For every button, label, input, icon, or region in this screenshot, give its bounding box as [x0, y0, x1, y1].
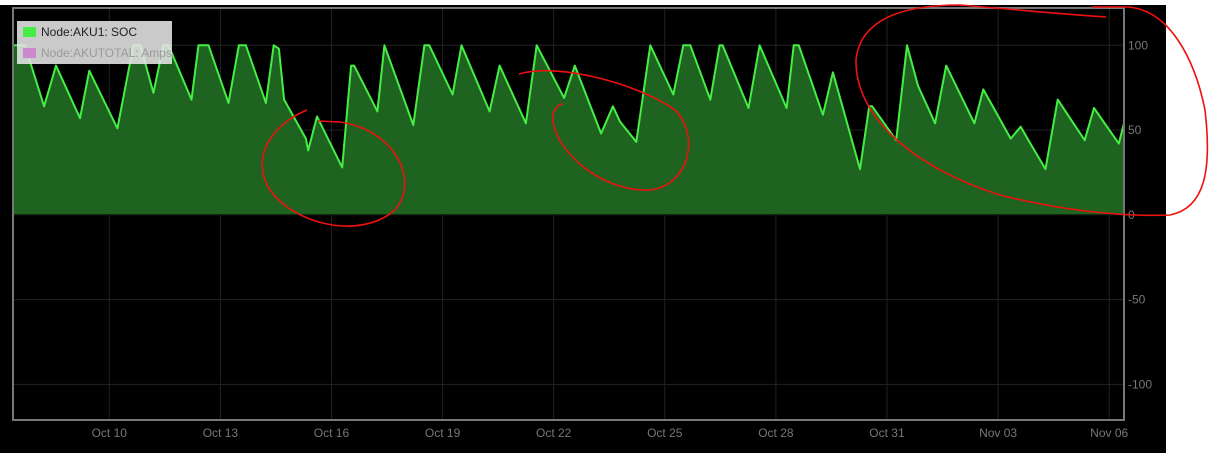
- soc-data-point: [649, 44, 652, 47]
- soc-data-point: [718, 44, 721, 47]
- soc-data-point: [152, 91, 155, 94]
- x-tick-label: Oct 22: [536, 426, 572, 440]
- soc-data-point: [982, 88, 985, 91]
- legend-swatch-soc: [22, 26, 37, 38]
- x-axis: Oct 10 Oct 13 Oct 16 Oct 19 Oct 22 Oct 25 Oct …: [92, 426, 1129, 440]
- soc-data-point: [868, 105, 871, 108]
- soc-data-point: [945, 64, 948, 67]
- soc-data-point: [451, 93, 454, 96]
- soc-data-point: [917, 85, 919, 87]
- soc-data-point: [871, 105, 873, 108]
- series-marks: [12, 44, 1125, 216]
- soc-data-point: [758, 44, 761, 47]
- soc-data-point: [1019, 125, 1022, 128]
- soc-data-point: [376, 110, 379, 113]
- legend-swatch-amps: [22, 47, 37, 59]
- soc-data-point: [747, 107, 750, 109]
- soc-data-point: [265, 102, 267, 104]
- soc-data-point: [721, 44, 724, 47]
- soc-data-point: [460, 44, 463, 47]
- soc-data-point: [525, 122, 527, 125]
- y-tick-label: 0: [1128, 208, 1135, 222]
- soc-data-point: [689, 44, 692, 47]
- soc-data-point: [600, 132, 602, 135]
- soc-data-point: [682, 44, 685, 47]
- soc-data-point: [305, 137, 307, 140]
- soc-data-point: [934, 122, 936, 125]
- soc-data-point: [1093, 107, 1095, 109]
- soc-data-point: [895, 139, 898, 142]
- soc-data-point: [573, 64, 576, 67]
- soc-data-point: [832, 71, 834, 74]
- soc-data-point: [238, 44, 240, 47]
- soc-data-point: [973, 122, 976, 125]
- x-tick-label: Oct 31: [869, 426, 905, 440]
- soc-data-point: [635, 141, 638, 143]
- x-tick-label: Nov 06: [1090, 426, 1128, 440]
- soc-data-point: [55, 64, 57, 67]
- y-tick-label: 50: [1128, 123, 1142, 137]
- soc-area-chart: Oct 10 Oct 13 Oct 16 Oct 19 Oct 22 Oct 25 Oct …: [12, 7, 1152, 440]
- y-tick-label: -50: [1128, 293, 1146, 307]
- soc-data-point: [227, 102, 230, 104]
- x-tick-label: Oct 10: [92, 426, 128, 440]
- soc-data-point: [535, 44, 538, 47]
- soc-data-point: [272, 44, 275, 47]
- soc-data-point: [245, 44, 247, 47]
- x-tick-label: Oct 13: [203, 426, 239, 440]
- soc-data-point: [859, 168, 861, 170]
- soc-data-point: [563, 97, 565, 99]
- y-tick-label: 100: [1128, 38, 1148, 52]
- x-tick-label: Oct 16: [314, 426, 350, 440]
- soc-data-point: [672, 93, 675, 96]
- soc-data-point: [785, 107, 788, 109]
- legend-label-soc: Node:AKU1: SOC: [41, 25, 138, 39]
- x-tick-label: Oct 28: [758, 426, 794, 440]
- soc-data-point: [1044, 168, 1047, 170]
- soc-data-point: [612, 105, 614, 108]
- soc-data-point: [906, 44, 908, 47]
- soc-data-point: [412, 124, 415, 126]
- x-tick-label: Oct 25: [647, 426, 683, 440]
- soc-data-point: [43, 105, 45, 108]
- soc-data-point: [1056, 98, 1059, 101]
- soc-data-point: [307, 149, 309, 152]
- soc-data-point: [498, 64, 501, 67]
- soc-data-point: [822, 114, 824, 116]
- soc-data-point: [353, 64, 355, 67]
- soc-data-point: [207, 44, 210, 47]
- legend-item-amps[interactable]: Node:AKUTOTAL: Amps: [22, 46, 172, 60]
- legend-label-amps: Node:AKUTOTAL: Amps: [41, 46, 172, 60]
- x-tick-label: Oct 19: [425, 426, 461, 440]
- soc-data-point: [283, 98, 285, 101]
- soc-data-point: [792, 44, 795, 47]
- legend: Node:AKU1: SOC Node:AKUTOTAL: Amps: [17, 21, 172, 64]
- soc-data-point: [1118, 142, 1120, 145]
- x-tick-label: Nov 03: [979, 426, 1017, 440]
- soc-data-point: [1027, 139, 1030, 142]
- soc-data-point: [316, 115, 318, 118]
- soc-data-point: [278, 47, 280, 50]
- soc-data-point: [190, 98, 193, 101]
- soc-data-point: [116, 127, 119, 130]
- soc-data-point: [709, 98, 712, 101]
- soc-data-point: [350, 64, 352, 67]
- soc-data-point: [423, 44, 426, 47]
- soc-data-point: [798, 44, 800, 47]
- soc-data-point: [88, 69, 91, 72]
- soc-data-point: [428, 44, 431, 47]
- soc-data-point: [1083, 139, 1086, 142]
- y-axis: 100 50 0 -50 -100: [1128, 38, 1152, 391]
- soc-data-point: [383, 44, 386, 47]
- soc-data-point: [341, 166, 344, 169]
- legend-item-soc[interactable]: Node:AKU1: SOC: [22, 25, 137, 39]
- soc-data-point: [1009, 137, 1012, 140]
- y-tick-label: -100: [1128, 377, 1152, 391]
- soc-data-point: [619, 120, 621, 123]
- soc-data-point: [197, 44, 200, 47]
- chart-panel: Oct 10 Oct 13 Oct 16 Oct 19 Oct 22 Oct 25 Oct …: [0, 5, 1166, 453]
- soc-data-point: [488, 110, 491, 113]
- soc-data-point: [79, 117, 81, 120]
